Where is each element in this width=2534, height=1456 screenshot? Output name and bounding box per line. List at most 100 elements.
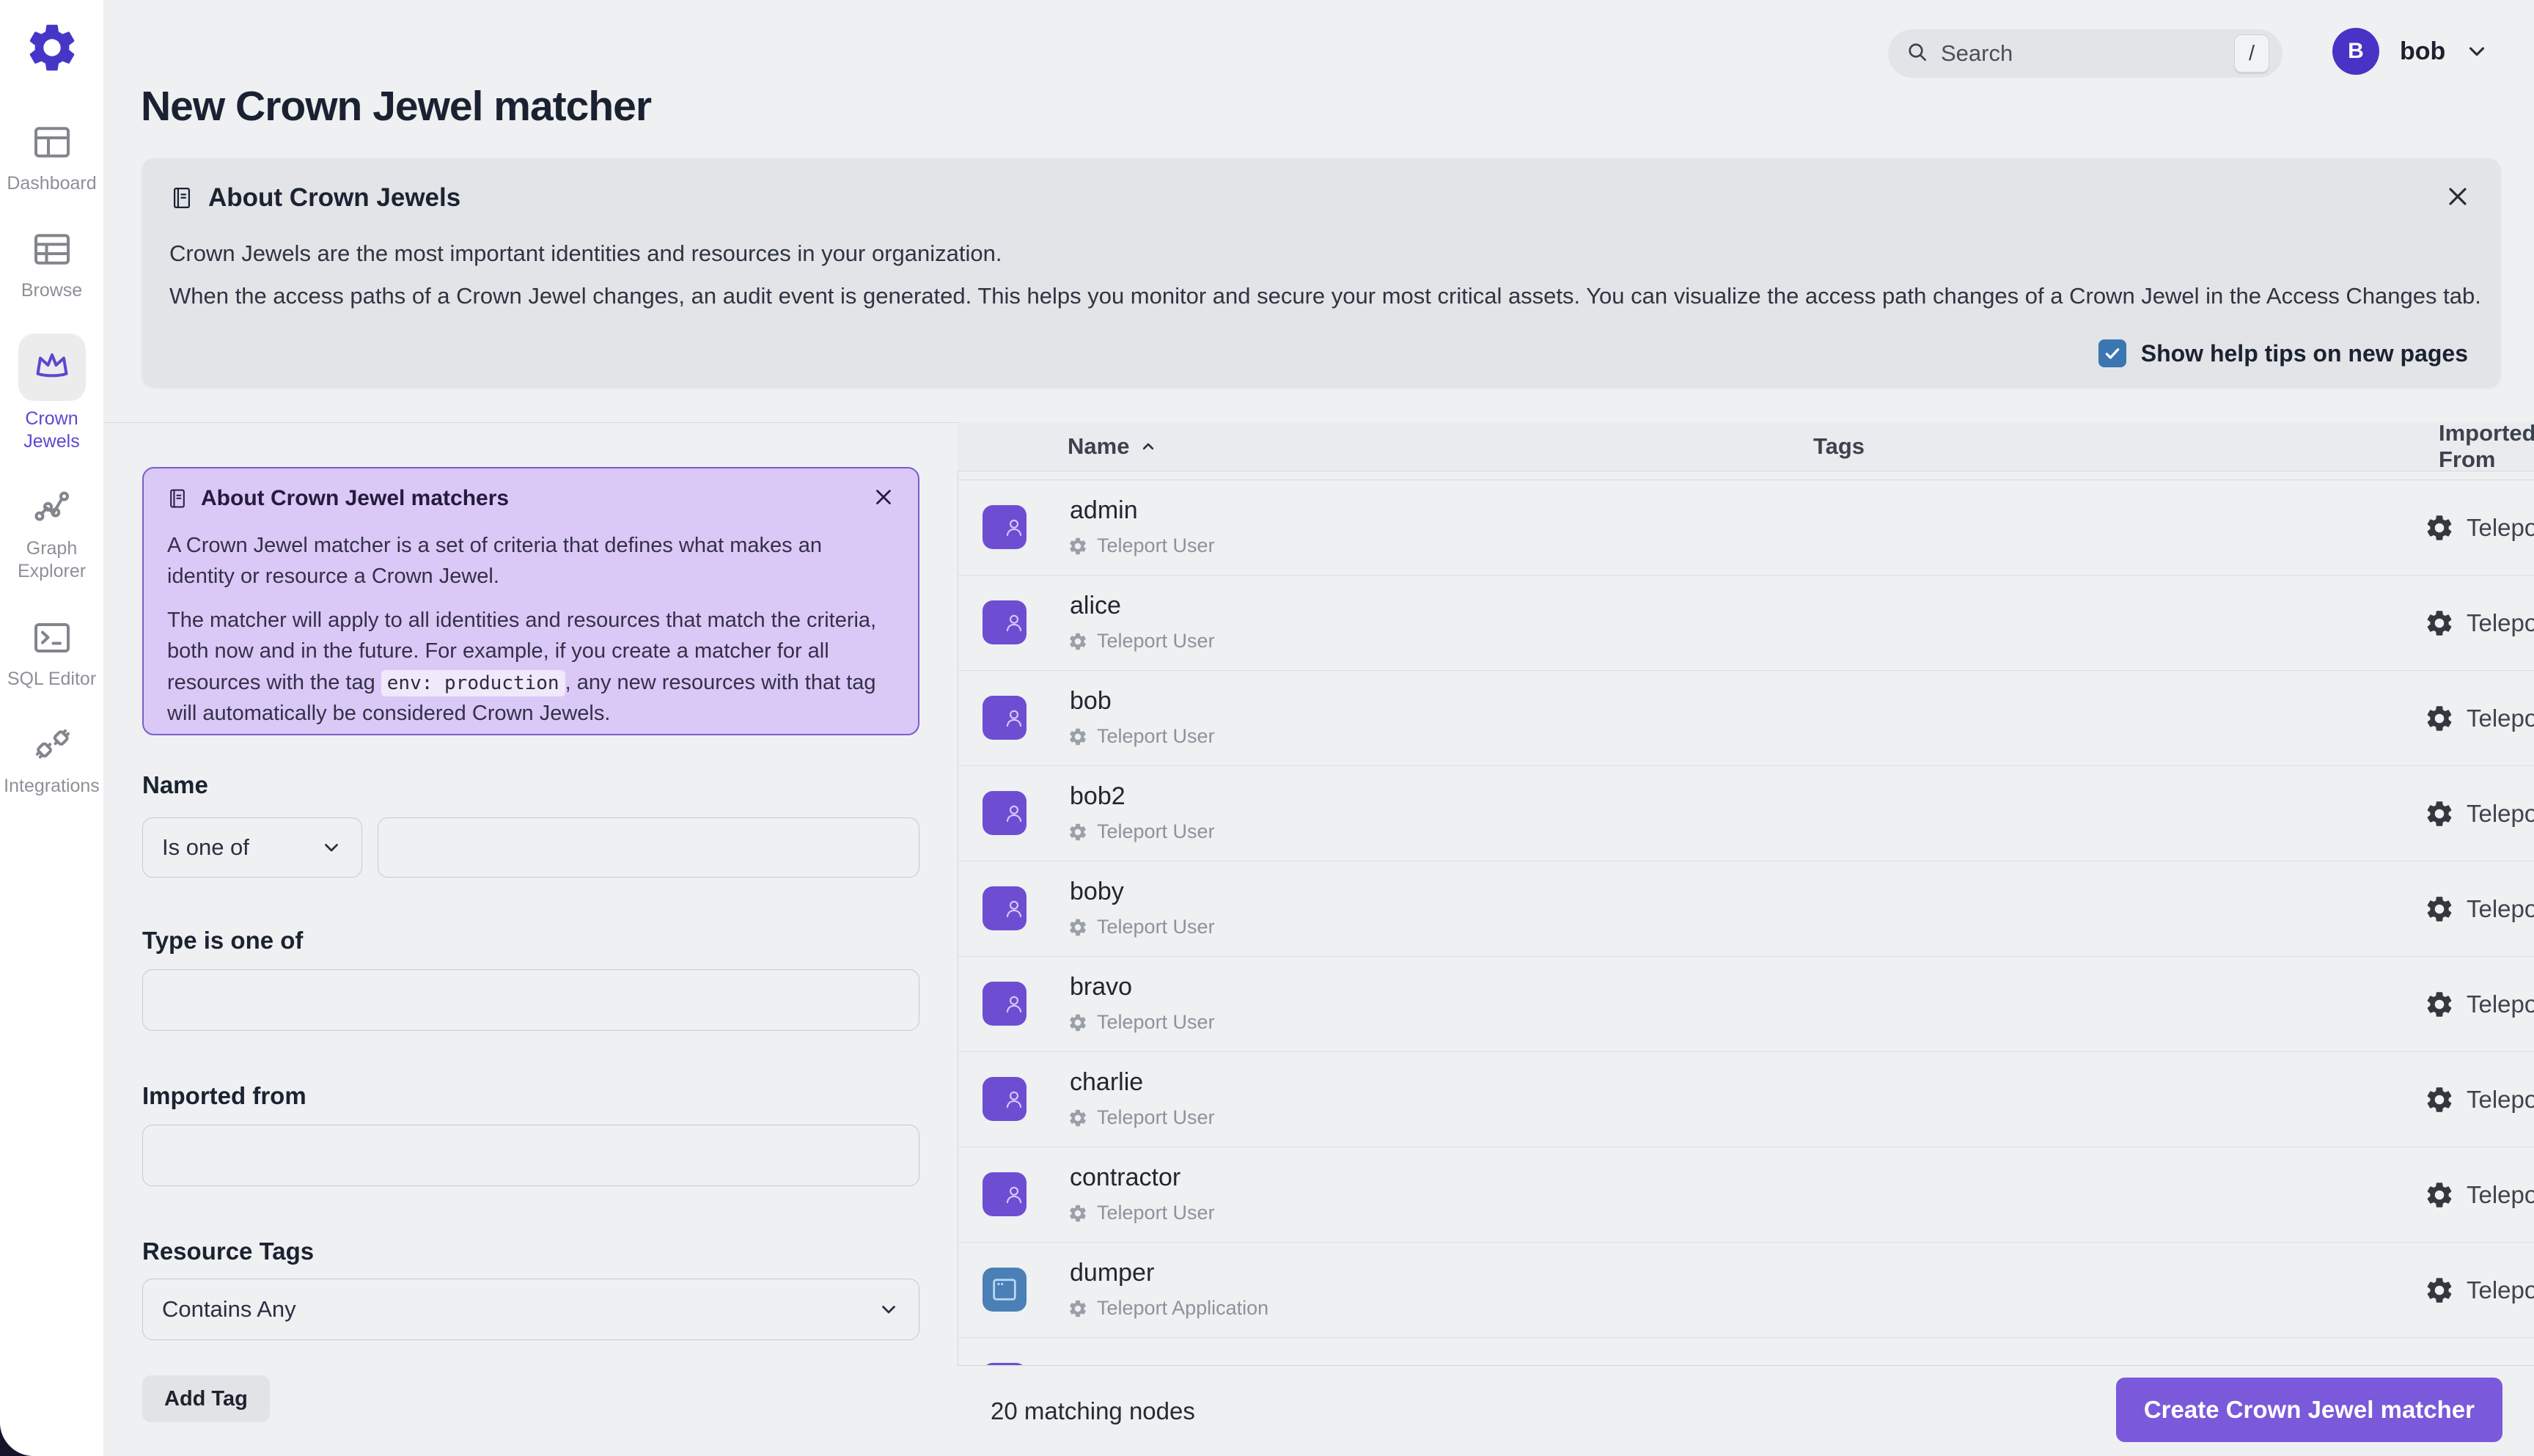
- sidebar-item-integrations[interactable]: Integrations: [0, 721, 103, 798]
- table-row-partial[interactable]: [958, 1338, 2534, 1366]
- name-operator-select[interactable]: Is one of: [142, 817, 362, 878]
- user-avatar-icon: [983, 982, 1027, 1026]
- row-imported-from: Teleport: [2424, 1052, 2534, 1147]
- graph-icon: [18, 484, 86, 531]
- search-icon: [1906, 40, 1929, 67]
- matcher-box-title: About Crown Jewel matchers: [201, 486, 510, 510]
- chevron-down-icon: [320, 837, 342, 858]
- browse-icon: [18, 226, 86, 273]
- terminal-icon: [18, 614, 86, 661]
- gear-icon: [2424, 1084, 2455, 1115]
- table-row[interactable]: bob Teleport User Teleport: [958, 671, 2534, 766]
- chevron-down-icon: [878, 1298, 900, 1320]
- show-help-tips-label: Show help tips on new pages: [2140, 339, 2468, 367]
- about-crown-jewels-banner: About Crown Jewels Crown Jewels are the …: [142, 158, 2500, 386]
- code-chip: env: production: [381, 669, 565, 696]
- close-icon[interactable]: [2443, 182, 2472, 211]
- name-input[interactable]: [378, 817, 919, 878]
- book-icon: [166, 487, 189, 510]
- row-name: alice: [1070, 592, 1121, 619]
- main-content: Search / B bob New Crown Jewel matcher A…: [103, 0, 2534, 1456]
- table-row[interactable]: dumper Teleport Application Teleport: [958, 1243, 2534, 1338]
- plug-icon: [18, 721, 86, 768]
- sidebar-item-graph-explorer[interactable]: Graph Explorer: [0, 484, 103, 584]
- type-input[interactable]: [142, 969, 919, 1031]
- row-type: Teleport User: [1068, 1011, 1215, 1034]
- row-imported-from: Teleport: [2424, 576, 2534, 670]
- create-crown-jewel-matcher-button[interactable]: Create Crown Jewel matcher: [2115, 1378, 2502, 1442]
- table-row[interactable]: admin Teleport User Teleport: [958, 480, 2534, 576]
- search-input[interactable]: Search /: [1888, 29, 2283, 78]
- table-row[interactable]: boby Teleport User Teleport: [958, 861, 2534, 957]
- sidebar-item-browse[interactable]: Browse: [0, 226, 103, 302]
- column-header-name[interactable]: Name: [1068, 422, 1158, 471]
- row-name: charlie: [1070, 1068, 1144, 1096]
- close-icon[interactable]: [871, 485, 896, 510]
- row-type: Teleport User: [1068, 1202, 1215, 1224]
- gear-icon: [2424, 703, 2455, 734]
- table-row[interactable]: contractor Teleport User Teleport: [958, 1147, 2534, 1243]
- avatar[interactable]: B: [2332, 28, 2379, 75]
- chevron-down-icon[interactable]: [2445, 39, 2489, 64]
- gear-icon: [2424, 1180, 2455, 1210]
- row-name: admin: [1070, 496, 1138, 524]
- row-type: Teleport User: [1068, 820, 1215, 843]
- add-tag-button[interactable]: Add Tag: [142, 1375, 270, 1422]
- gear-icon: [1068, 822, 1088, 842]
- sidebar-item-label: Crown Jewels: [23, 408, 80, 452]
- row-imported-from: Teleport: [2424, 671, 2534, 765]
- imported-from-label: Imported from: [142, 1082, 306, 1109]
- imported-from-input[interactable]: [142, 1125, 919, 1186]
- show-help-tips-checkbox[interactable]: [2098, 339, 2126, 367]
- sidebar-item-label: Dashboard: [7, 173, 97, 194]
- table-row[interactable]: bob2 Teleport User Teleport: [958, 766, 2534, 861]
- brand-logo-gear-icon[interactable]: [23, 19, 81, 76]
- crown-icon: [18, 333, 86, 401]
- type-label: Type is one of: [142, 927, 304, 954]
- resource-tags-select[interactable]: Contains Any: [142, 1279, 919, 1340]
- sidebar-item-label: Integrations: [4, 775, 100, 796]
- row-name: boby: [1070, 878, 1124, 905]
- sort-ascending-icon: [1129, 436, 1158, 457]
- row-name: bob: [1070, 687, 1112, 715]
- matching-nodes-count: 20 matching nodes: [991, 1397, 1195, 1424]
- column-header-tags[interactable]: Tags: [1813, 422, 1865, 471]
- table-row[interactable]: charlie Teleport User Teleport: [958, 1052, 2534, 1147]
- name-label: Name: [142, 771, 208, 798]
- gear-icon: [1068, 1012, 1088, 1033]
- row-imported-from: Teleport: [2424, 480, 2534, 575]
- banner-title: About Crown Jewels: [208, 183, 461, 212]
- row-name: bravo: [1070, 973, 1133, 1001]
- about-matchers-box: About Crown Jewel matchers A Crown Jewel…: [142, 467, 919, 735]
- row-type: Teleport User: [1068, 630, 1215, 652]
- app-window-icon: [983, 1268, 1027, 1312]
- user-name: bob: [2400, 37, 2446, 65]
- user-menu[interactable]: B bob: [2332, 28, 2489, 75]
- table-row[interactable]: bravo Teleport User Teleport: [958, 957, 2534, 1052]
- gear-icon: [2424, 512, 2455, 543]
- row-name: contractor: [1070, 1163, 1181, 1191]
- user-avatar-icon: [983, 600, 1027, 644]
- column-header-imported-from[interactable]: Imported From: [2439, 420, 2534, 472]
- row-name: dumper: [1070, 1259, 1155, 1287]
- matcher-paragraph: The matcher will apply to all identities…: [167, 608, 877, 725]
- sidebar-item-label: Graph Explorer: [17, 538, 87, 582]
- sidebar: Dashboard Browse Crown Jewels Graph Expl…: [0, 0, 103, 1456]
- table-body: admin Teleport User Teleport alice Telep…: [958, 479, 2534, 1366]
- row-type: Teleport User: [1068, 534, 1215, 557]
- row-imported-from: Teleport: [2424, 766, 2534, 861]
- sidebar-nav: Dashboard Browse Crown Jewels Graph Expl…: [0, 119, 103, 828]
- row-imported-from: Teleport: [2424, 861, 2534, 956]
- show-help-tips-row: Show help tips on new pages: [2098, 339, 2468, 367]
- resource-tags-label: Resource Tags: [142, 1238, 315, 1265]
- gear-icon: [2424, 989, 2455, 1020]
- table-row[interactable]: alice Teleport User Teleport: [958, 576, 2534, 671]
- sidebar-item-sql-editor[interactable]: SQL Editor: [0, 614, 103, 691]
- user-avatar-icon: [983, 696, 1027, 740]
- gear-icon: [2424, 608, 2455, 639]
- sidebar-item-dashboard[interactable]: Dashboard: [0, 119, 103, 195]
- row-imported-from: Teleport: [2424, 1147, 2534, 1242]
- row-type: Teleport User: [1068, 916, 1215, 938]
- sidebar-item-crown-jewels[interactable]: Crown Jewels: [0, 333, 103, 454]
- row-imported-from: Teleport: [2424, 957, 2534, 1051]
